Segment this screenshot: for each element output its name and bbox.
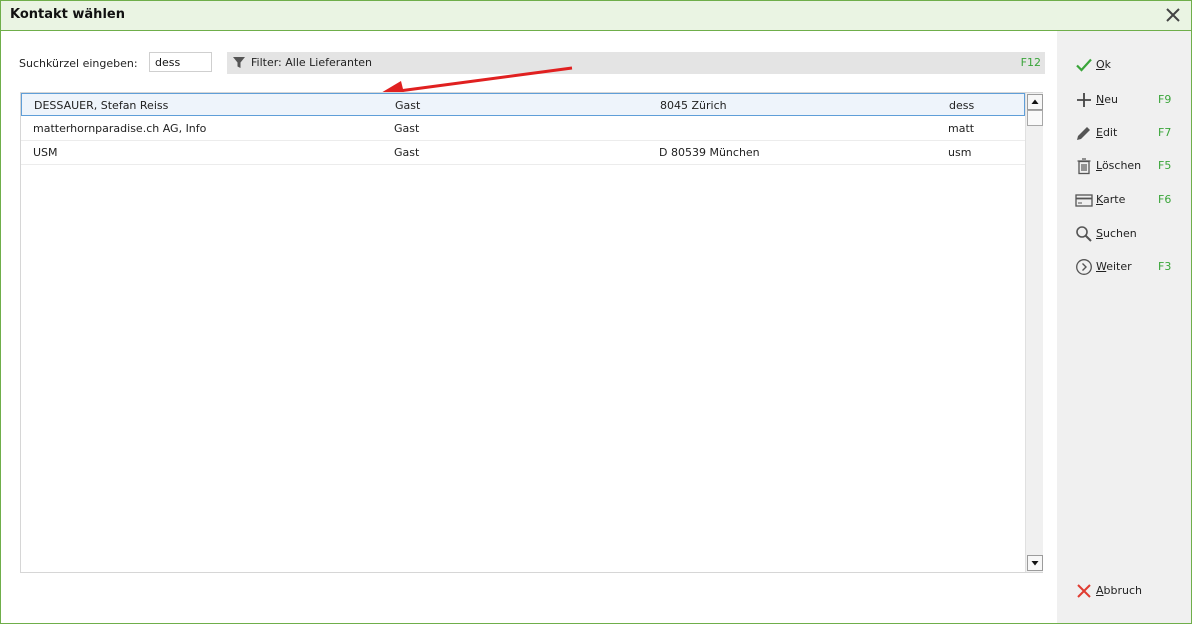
next-label: Weiter [1096, 260, 1132, 273]
search-label-button: Suchen [1096, 227, 1137, 240]
action-sidebar: Ok Neu F9 Edit F7 Löschen F5 Karte F6 Su… [1057, 31, 1191, 623]
new-label: Neu [1096, 93, 1118, 106]
delete-shortcut: F5 [1158, 159, 1172, 172]
new-button[interactable]: Neu F9 [1075, 89, 1187, 111]
contact-location: D 80539 München [659, 146, 760, 159]
vertical-scrollbar[interactable] [1025, 93, 1043, 572]
delete-button[interactable]: Löschen F5 [1075, 155, 1187, 177]
next-shortcut: F3 [1158, 260, 1172, 273]
filter-icon [232, 56, 246, 73]
contact-type: Gast [395, 99, 421, 112]
contact-code: dess [949, 99, 975, 112]
filter-bar[interactable]: Filter: Alle Lieferanten F12 [227, 52, 1045, 74]
new-shortcut: F9 [1158, 93, 1172, 106]
scroll-up-button[interactable] [1027, 94, 1043, 110]
contact-table: DESSAUER, Stefan Reiss Gast 8045 Zürich … [20, 92, 1043, 573]
title-bar: Kontakt wählen [1, 1, 1191, 31]
contact-location: 8045 Zürich [660, 99, 727, 112]
check-icon [1075, 56, 1093, 74]
edit-button[interactable]: Edit F7 [1075, 122, 1187, 144]
search-icon [1075, 225, 1093, 243]
arrow-down-icon [1031, 561, 1039, 566]
card-icon [1075, 191, 1093, 209]
filter-label: Filter: Alle Lieferanten [251, 56, 373, 69]
main-panel: Suchkürzel eingeben: Filter: Alle Liefer… [1, 31, 1056, 623]
arrow-up-icon [1031, 99, 1039, 104]
cancel-button[interactable]: Abbruch [1075, 580, 1187, 602]
chevron-circle-right-icon [1075, 258, 1093, 276]
contact-code: usm [948, 146, 972, 159]
table-row[interactable]: DESSAUER, Stefan Reiss Gast 8045 Zürich … [21, 93, 1025, 116]
contact-type: Gast [394, 146, 420, 159]
x-icon [1075, 582, 1093, 600]
cancel-label: Abbruch [1096, 584, 1143, 597]
contact-code: matt [948, 122, 975, 135]
pencil-icon [1075, 124, 1093, 142]
ok-button[interactable]: Ok [1075, 54, 1187, 76]
scroll-thumb[interactable] [1027, 110, 1043, 126]
table-row[interactable]: USM Gast D 80539 München usm [21, 141, 1025, 165]
dialog-title: Kontakt wählen [10, 7, 125, 22]
close-icon[interactable] [1163, 5, 1183, 25]
card-label: Karte [1096, 193, 1126, 206]
next-button[interactable]: Weiter F3 [1075, 256, 1187, 278]
edit-label: Edit [1096, 126, 1118, 139]
filter-shortcut: F12 [1020, 56, 1041, 69]
table-row[interactable]: matterhornparadise.ch AG, Info Gast matt [21, 117, 1025, 141]
search-input[interactable] [149, 52, 212, 72]
contact-picker-dialog: Kontakt wählen Suchkürzel eingeben: Filt… [0, 0, 1192, 624]
search-label: Suchkürzel eingeben: [19, 57, 138, 70]
edit-shortcut: F7 [1158, 126, 1172, 139]
contact-name: matterhornparadise.ch AG, Info [33, 122, 207, 135]
contact-name: USM [33, 146, 58, 159]
trash-icon [1075, 157, 1093, 175]
ok-label: Ok [1096, 58, 1112, 71]
contact-name: DESSAUER, Stefan Reiss [34, 99, 169, 112]
search-button[interactable]: Suchen [1075, 223, 1187, 245]
card-shortcut: F6 [1158, 193, 1172, 206]
scroll-down-button[interactable] [1027, 555, 1043, 571]
delete-label: Löschen [1096, 159, 1142, 172]
card-button[interactable]: Karte F6 [1075, 189, 1187, 211]
contact-type: Gast [394, 122, 420, 135]
plus-icon [1075, 91, 1093, 109]
